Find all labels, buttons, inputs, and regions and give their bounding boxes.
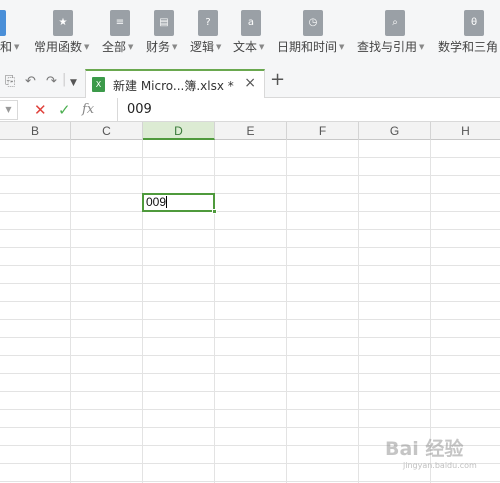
- ribbon-lookup-button[interactable]: ⌕ 查找与引用 ▼: [357, 7, 429, 59]
- ribbon-all-functions-button[interactable]: ≡ 全部 ▼: [102, 7, 136, 59]
- ribbon-label: 文本: [233, 40, 258, 54]
- ribbon-label: 财务: [146, 40, 171, 54]
- column-headers: B C D E F G H: [0, 122, 500, 140]
- watermark-url: jingyan.baidu.com: [403, 461, 477, 470]
- fill-handle[interactable]: [212, 209, 217, 214]
- star-icon: ★: [53, 10, 73, 36]
- column-header-g[interactable]: G: [359, 122, 431, 140]
- name-box-dropdown[interactable]: ▼: [0, 100, 18, 120]
- math-icon: θ: [464, 10, 484, 36]
- ribbon-datetime-button[interactable]: ◷ 日期和时间 ▼: [277, 7, 349, 59]
- column-header-b[interactable]: B: [0, 122, 71, 140]
- column-header-f[interactable]: F: [287, 122, 359, 140]
- ribbon-common-functions-button[interactable]: ★ 常用函数 ▼: [34, 7, 92, 59]
- watermark-logo-text: Bai 经验: [385, 438, 464, 460]
- ribbon-text-button[interactable]: a 文本 ▼: [233, 7, 269, 59]
- chevron-down-icon: ▼: [14, 43, 20, 51]
- tab-title: 新建 Micro...簿.xlsx *: [113, 79, 234, 93]
- lookup-icon: ⌕: [385, 10, 405, 36]
- chevron-down-icon: ▼: [259, 43, 265, 51]
- spreadsheet-window: 和 ▼ ★ 常用函数 ▼ ≡ 全部 ▼ ▤ 财务 ▼ ? 逻辑 ▼ a 文本 ▼ ◷ 日期和…: [0, 0, 500, 483]
- cancel-icon[interactable]: ✕: [34, 100, 47, 120]
- close-icon[interactable]: ×: [244, 75, 256, 91]
- cell-value: 009: [146, 195, 167, 209]
- formula-ribbon: 和 ▼ ★ 常用函数 ▼ ≡ 全部 ▼ ▤ 财务 ▼ ? 逻辑 ▼ a 文本 ▼ ◷ 日期和…: [0, 0, 500, 66]
- print-preview-icon[interactable]: ⎘: [5, 75, 15, 89]
- ribbon-label: 逻辑: [190, 40, 215, 54]
- list-icon: ≡: [110, 10, 130, 36]
- chevron-down-icon: ▼: [339, 43, 345, 51]
- column-header-e[interactable]: E: [215, 122, 287, 140]
- undo-icon[interactable]: ↶: [25, 75, 36, 89]
- quick-access-dropdown-icon[interactable]: ▼: [70, 76, 77, 90]
- clock-icon: ◷: [303, 10, 323, 36]
- text-icon: a: [241, 10, 261, 36]
- chevron-down-icon: ▼: [128, 43, 134, 51]
- formula-input[interactable]: 009: [117, 98, 500, 121]
- finance-icon: ▤: [154, 10, 174, 36]
- toolbar-divider: |: [62, 72, 67, 87]
- active-cell-d[interactable]: 009: [142, 193, 215, 212]
- column-header-d[interactable]: D: [143, 122, 215, 140]
- column-header-c[interactable]: C: [71, 122, 143, 140]
- baidu-jingyan-watermark: Bai 经验 jingyan.baidu.com: [385, 432, 497, 478]
- ribbon-label: 查找与引用: [357, 40, 418, 54]
- new-tab-button[interactable]: +: [270, 70, 285, 90]
- confirm-icon[interactable]: ✓: [58, 100, 71, 120]
- ribbon-logic-button[interactable]: ? 逻辑 ▼: [190, 7, 226, 59]
- document-tab-bar: ⎘ ↶ ↷ | ▼ X 新建 Micro...簿.xlsx * × +: [0, 66, 500, 98]
- redo-icon[interactable]: ↷: [46, 75, 57, 89]
- text-caret: [166, 196, 168, 208]
- excel-file-icon: X: [92, 77, 105, 92]
- ribbon-autosum-button[interactable]: 和 ▼: [0, 7, 28, 59]
- chevron-down-icon: ▼: [84, 43, 90, 51]
- ribbon-label: 全部: [102, 40, 127, 54]
- ribbon-label: 日期和时间: [277, 40, 338, 54]
- autosum-icon: [0, 10, 6, 36]
- column-header-h[interactable]: H: [431, 122, 500, 140]
- ribbon-finance-button[interactable]: ▤ 财务 ▼: [146, 7, 182, 59]
- logic-icon: ?: [198, 10, 218, 36]
- ribbon-math-button[interactable]: θ 数学和三角: [438, 7, 500, 59]
- insert-function-icon[interactable]: fx: [82, 101, 94, 119]
- chevron-down-icon: ▼: [419, 43, 425, 51]
- ribbon-label: 和: [0, 40, 13, 54]
- chevron-down-icon: ▼: [172, 43, 178, 51]
- tab-workbook[interactable]: X 新建 Micro...簿.xlsx * ×: [85, 69, 265, 98]
- chevron-down-icon: ▼: [216, 43, 222, 51]
- ribbon-label: 常用函数: [34, 40, 83, 54]
- formula-bar: ▼ ✕ ✓ fx 009: [0, 98, 500, 122]
- ribbon-label: 数学和三角: [438, 40, 499, 54]
